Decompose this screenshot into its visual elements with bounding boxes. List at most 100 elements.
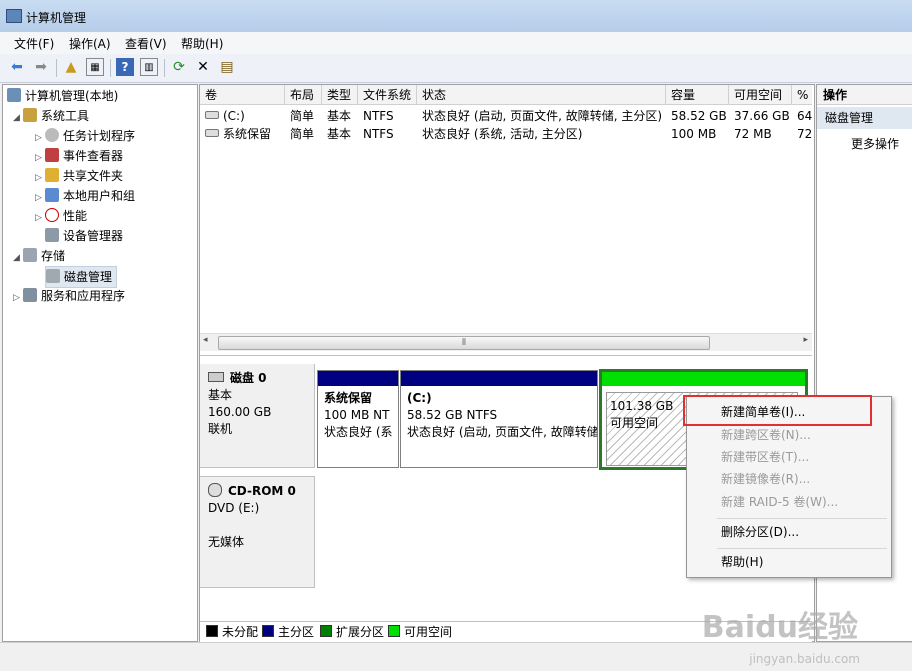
delete-icon[interactable]: ✕ xyxy=(194,58,212,76)
primary-partition-bar xyxy=(318,371,398,386)
toolbar-separator xyxy=(164,59,165,77)
column-header-volume[interactable]: 卷 xyxy=(200,85,285,105)
partition-name: 系统保留 xyxy=(324,391,373,405)
forward-icon[interactable]: ➡ xyxy=(32,58,50,76)
table-cell: 58.52 GB xyxy=(671,109,727,123)
table-cell: (C:) xyxy=(200,107,285,125)
scroll-right-icon[interactable]: ▸ xyxy=(803,335,808,345)
legend-label: 可用空间 xyxy=(404,625,453,639)
tools-icon xyxy=(23,108,37,122)
legend-label: 主分区 xyxy=(278,625,315,639)
tree-label: 共享文件夹 xyxy=(63,169,124,183)
table-cell: 状态良好 (系统, 活动, 主分区) xyxy=(422,127,583,141)
tree-label: 系统工具 xyxy=(41,109,90,123)
tree-label: 磁盘管理 xyxy=(64,270,113,284)
storage-icon xyxy=(23,248,37,262)
table-cell: 100 MB xyxy=(671,127,717,141)
actions-header: 操作 xyxy=(817,85,912,105)
menu-separator xyxy=(717,548,887,549)
disk-management-icon xyxy=(46,269,60,283)
menu-view[interactable]: 查看(V) xyxy=(125,35,167,52)
up-folder-icon[interactable]: ▲ xyxy=(62,58,80,76)
table-cell: NTFS xyxy=(363,127,394,141)
clock-icon xyxy=(45,128,59,142)
disk-0-label[interactable]: 磁盘 0 基本 160.00 GB 联机 xyxy=(200,364,315,468)
tree-local-users[interactable]: ▷ 本地用户和组 xyxy=(35,186,135,206)
disk-0-type: 基本 xyxy=(208,388,233,402)
table-cell: 72 xyxy=(797,127,812,141)
window-title: 计算机管理 xyxy=(26,11,87,25)
scroll-left-icon[interactable]: ◂ xyxy=(203,335,208,345)
highlight-box xyxy=(683,395,872,426)
column-header-capacity[interactable]: 容量 xyxy=(666,85,729,105)
menu-delete-partition[interactable]: 删除分区(D)... xyxy=(721,522,799,542)
tree-label: 设备管理器 xyxy=(63,229,124,243)
free-space-size: 101.38 GB xyxy=(610,399,674,413)
properties-icon[interactable]: ▥ xyxy=(140,58,158,76)
menu-file[interactable]: 文件(F) xyxy=(14,35,54,52)
computer-management-icon xyxy=(6,9,22,23)
partition-size: 58.52 GB NTFS xyxy=(407,408,498,422)
cdrom-0-name: CD-ROM 0 xyxy=(228,484,296,498)
tree-task-scheduler[interactable]: ▷ 任务计划程序 xyxy=(35,126,135,146)
tree-system-tools[interactable]: ◢ 系统工具 xyxy=(13,106,89,126)
legend-swatch xyxy=(388,625,400,637)
menu-action[interactable]: 操作(A) xyxy=(69,35,111,52)
tree-root[interactable]: 计算机管理(本地) xyxy=(7,86,118,106)
tree-root-label: 计算机管理(本地) xyxy=(25,89,119,103)
drive-icon xyxy=(205,111,219,119)
tree-shared-folders[interactable]: ▷ 共享文件夹 xyxy=(35,166,123,186)
column-header-filesystem[interactable]: 文件系统 xyxy=(358,85,417,105)
menu-help-item[interactable]: 帮助(H) xyxy=(721,552,763,572)
expand-icon[interactable]: ▷ xyxy=(13,288,23,308)
scroll-thumb[interactable]: ⦀ xyxy=(218,336,710,350)
partition-system-reserved[interactable]: 系统保留 100 MB NT 状态良好 (系 xyxy=(317,370,399,468)
tree-disk-management[interactable]: 磁盘管理 xyxy=(45,266,118,288)
expand-icon[interactable]: ▷ xyxy=(35,128,45,148)
tree-services-apps[interactable]: ▷ 服务和应用程序 xyxy=(13,286,125,306)
legend-extended: 扩展分区 xyxy=(320,625,384,639)
actions-section-disk-management[interactable]: 磁盘管理 xyxy=(817,107,912,129)
volume-name: 系统保留 xyxy=(223,127,272,141)
help-icon[interactable]: ? xyxy=(116,58,134,76)
volume-name: (C:) xyxy=(223,109,245,123)
table-cell: 64 xyxy=(797,109,812,123)
column-header-type[interactable]: 类型 xyxy=(322,85,358,105)
expand-icon[interactable]: ▷ xyxy=(35,208,45,228)
cdrom-0-label[interactable]: CD-ROM 0 DVD (E:) 无媒体 xyxy=(200,476,315,588)
column-header-status[interactable]: 状态 xyxy=(417,85,666,105)
table-cell: 状态良好 (启动, 页面文件, 故障转储, 主分区) xyxy=(422,109,663,123)
partition-status: 状态良好 (系 xyxy=(324,425,393,439)
partition-c[interactable]: (C:) 58.52 GB NTFS 状态良好 (启动, 页面文件, 故障转储 xyxy=(400,370,598,468)
more-actions-link[interactable]: 更多操作 xyxy=(851,135,899,152)
services-icon xyxy=(23,288,37,302)
properties-list-icon[interactable]: ▤ xyxy=(218,58,236,76)
expand-icon[interactable]: ▷ xyxy=(35,148,45,168)
table-cell: NTFS xyxy=(363,109,394,123)
menu-new-mirrored-volume: 新建镜像卷(R)... xyxy=(721,472,811,486)
column-header-percent[interactable]: % xyxy=(792,85,812,105)
menu-new-spanned-volume: 新建跨区卷(N)... xyxy=(721,428,811,442)
legend-swatch xyxy=(262,625,274,637)
collapse-icon[interactable]: ◢ xyxy=(13,108,23,128)
legend-unallocated: 未分配 xyxy=(206,625,258,639)
horizontal-scrollbar[interactable]: ◂ ⦀ ▸ xyxy=(200,333,812,351)
menu-bar: 文件(F) 操作(A) 查看(V) 帮助(H) xyxy=(0,32,912,54)
disk-0-size: 160.00 GB xyxy=(208,405,272,419)
collapse-icon[interactable]: ◢ xyxy=(13,248,23,268)
refresh-icon[interactable]: ⟳ xyxy=(170,58,188,76)
tree-device-manager[interactable]: 设备管理器 xyxy=(45,226,123,246)
expand-icon[interactable]: ▷ xyxy=(35,168,45,188)
back-icon[interactable]: ⬅ xyxy=(8,58,26,76)
menu-help[interactable]: 帮助(H) xyxy=(181,35,223,52)
column-header-layout[interactable]: 布局 xyxy=(285,85,322,105)
expand-icon[interactable]: ▷ xyxy=(35,188,45,208)
title-bar: 计算机管理 xyxy=(0,0,912,33)
column-header-free-space[interactable]: 可用空间 xyxy=(729,85,792,105)
show-tree-icon[interactable]: ▦ xyxy=(86,58,104,76)
toolbar: ⬅ ➡ ▲ ▦ ? ▥ ⟳ ✕ ▤ xyxy=(0,54,912,83)
tree-label: 性能 xyxy=(63,209,88,223)
tree-performance[interactable]: ▷ 性能 xyxy=(35,206,87,226)
tree-storage[interactable]: ◢ 存储 xyxy=(13,246,65,266)
tree-event-viewer[interactable]: ▷ 事件查看器 xyxy=(35,146,123,166)
